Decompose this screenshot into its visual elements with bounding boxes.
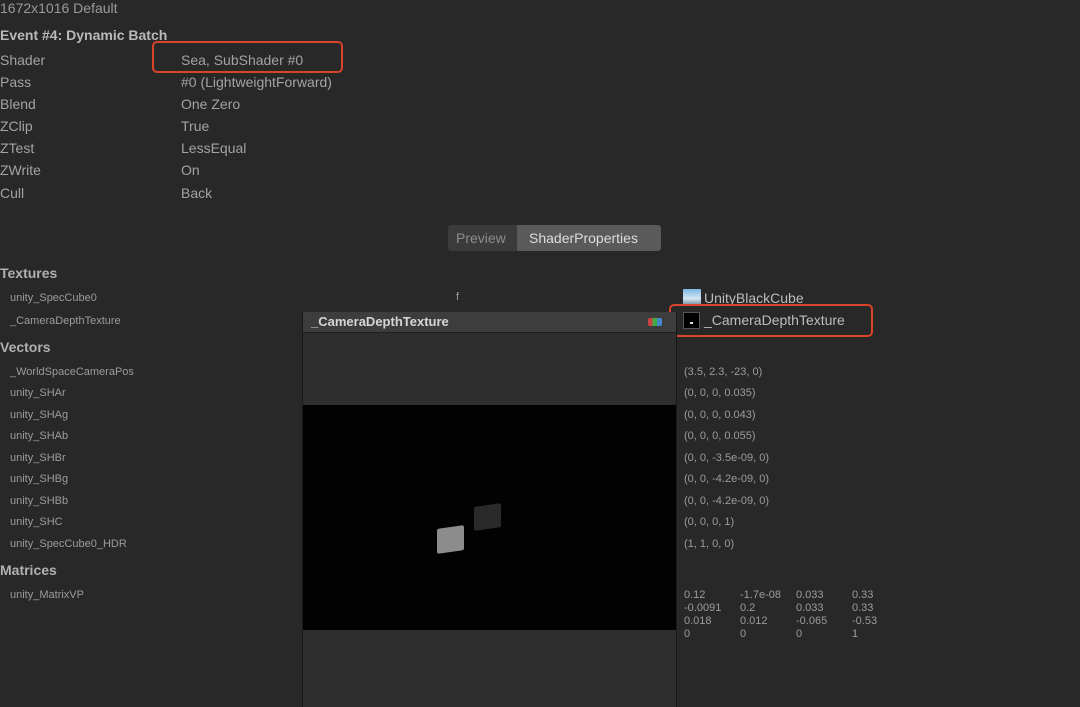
cubemap-icon: [683, 289, 701, 305]
vector-value: (0, 0, 0, 0.055): [684, 430, 756, 442]
tab-shader-properties[interactable]: ShaderProperties: [517, 225, 661, 251]
vector-value: (0, 0, 0, 0.043): [684, 409, 756, 421]
matrix-cell: 0.33: [852, 589, 874, 601]
prop-label-pass: Pass: [0, 74, 32, 90]
shader-highlight-box: [152, 41, 343, 73]
vector-name: unity_SHC: [10, 516, 63, 528]
prop-label-shader: Shader: [0, 52, 46, 68]
prop-value-ztest: LessEqual: [181, 140, 247, 156]
section-textures: Textures: [0, 265, 58, 281]
prop-label-ztest: ZTest: [0, 140, 35, 156]
vector-value: (0, 0, -4.2e-09, 0): [684, 495, 769, 507]
texture-preview-popup[interactable]: _CameraDepthTexture: [302, 312, 677, 707]
vector-value: (1, 1, 0, 0): [684, 538, 735, 550]
prop-label-zwrite: ZWrite: [0, 162, 41, 178]
matrix-cell: -0.53: [852, 615, 878, 627]
depth-texture-view: [303, 405, 676, 630]
resolution-label: 1672x1016 Default: [0, 0, 118, 16]
event-title: Event #4: Dynamic Batch: [0, 27, 168, 43]
vector-name: unity_SHBr: [10, 452, 66, 464]
prop-label-blend: Blend: [0, 96, 36, 112]
vector-value: (0, 0, 0, 0.035): [684, 387, 756, 399]
matrix-cell: 0.2: [740, 602, 756, 614]
vector-value: (0, 0, -4.2e-09, 0): [684, 473, 769, 485]
matrix-values: 0.12 -1.7e-08 0.033 0.33 -0.0091 0.2 0.0…: [684, 589, 908, 641]
matrix-cell: 0.33: [852, 602, 874, 614]
rgb-channels-icon[interactable]: [648, 318, 662, 326]
prop-value-zwrite: On: [181, 162, 200, 178]
section-vectors: Vectors: [0, 339, 51, 355]
vector-value: (0, 0, 0, 1): [684, 516, 735, 528]
popup-title: _CameraDepthTexture: [311, 314, 449, 329]
tab-preview[interactable]: Preview: [448, 225, 517, 251]
texture-stage-label: f: [456, 291, 460, 303]
matrix-cell: 0.012: [740, 615, 768, 627]
vector-name: unity_SpecCube0_HDR: [10, 538, 127, 550]
prop-value-pass: #0 (LightweightForward): [181, 74, 332, 90]
prop-value-zclip: True: [181, 118, 210, 134]
matrix-cell: 0: [796, 628, 803, 640]
vector-value: (0, 0, -3.5e-09, 0): [684, 452, 769, 464]
matrix-cell: 0.12: [684, 589, 706, 601]
far-cube: [474, 503, 501, 531]
vector-name: unity_SHAg: [10, 409, 69, 421]
matrix-name: unity_MatrixVP: [10, 589, 84, 601]
vector-name: unity_SHAr: [10, 387, 66, 399]
prop-label-zclip: ZClip: [0, 118, 33, 134]
prop-value-cull: Back: [181, 185, 213, 201]
matrix-cell: -1.7e-08: [740, 589, 781, 601]
matrix-cell: 0.018: [684, 615, 712, 627]
matrix-cell: 0: [740, 628, 747, 640]
vector-name: unity_SHAb: [10, 430, 69, 442]
vector-name: _WorldSpaceCameraPos: [10, 366, 134, 378]
popup-header[interactable]: _CameraDepthTexture: [303, 312, 676, 333]
depth-texture-highlight-box: [669, 304, 873, 337]
prop-value-blend: One Zero: [181, 96, 241, 112]
matrix-cell: 0: [684, 628, 691, 640]
matrix-cell: 0.033: [796, 589, 824, 601]
texture-name-speccube: unity_SpecCube0: [10, 292, 97, 304]
matrix-cell: -0.065: [796, 615, 828, 627]
vector-name: unity_SHBb: [10, 495, 69, 507]
texture-name-depth: _CameraDepthTexture: [10, 315, 121, 327]
view-tabs: Preview ShaderProperties: [448, 225, 661, 251]
vector-value: (3.5, 2.3, -23, 0): [684, 366, 763, 378]
section-matrices: Matrices: [0, 562, 57, 578]
matrix-cell: 0.033: [796, 602, 824, 614]
matrix-cell: -0.0091: [684, 602, 722, 614]
matrix-cell: 1: [852, 628, 859, 640]
near-cube: [437, 525, 464, 554]
vector-name: unity_SHBg: [10, 473, 69, 485]
prop-label-cull: Cull: [0, 185, 25, 201]
